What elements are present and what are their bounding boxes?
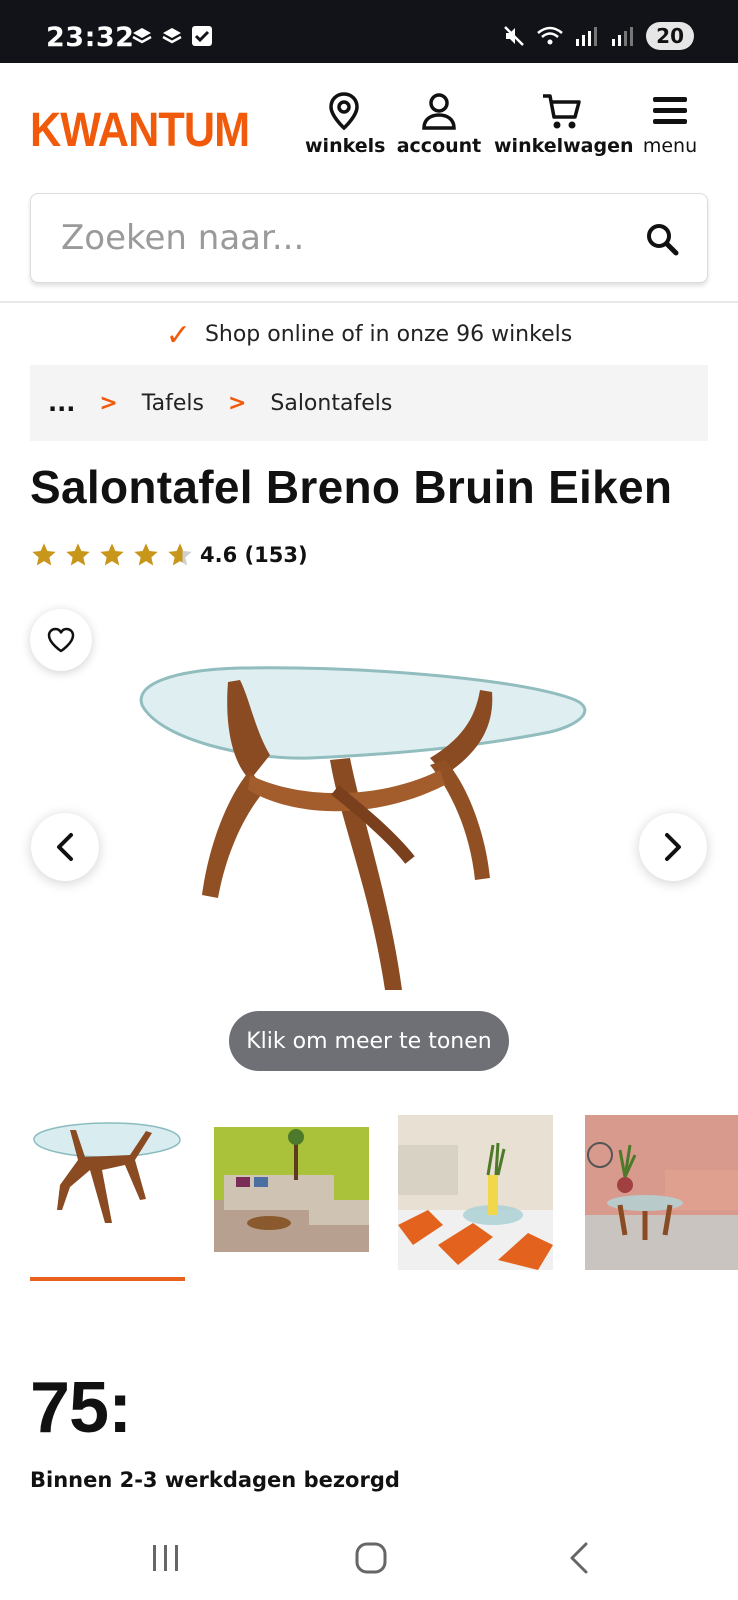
nav-cart-label: winkelwagen (494, 135, 634, 157)
star-icon (134, 543, 158, 566)
star-icon (66, 543, 90, 566)
product-rating[interactable]: 4.6 (153) (30, 541, 308, 569)
chevron-left-icon (57, 833, 73, 861)
search-input[interactable] (61, 216, 621, 260)
gallery-prev-button[interactable] (31, 813, 99, 881)
usp-text: Shop online of in onze 96 winkels (204, 322, 573, 347)
status-time: 23:32 (46, 22, 135, 53)
thumbnail-3[interactable] (398, 1115, 553, 1270)
star-icon (100, 543, 124, 566)
show-more-button[interactable]: Klik om meer te tonen (229, 1011, 509, 1071)
favorite-button[interactable] (30, 609, 92, 671)
chevron-right-icon (665, 833, 681, 861)
nav-stores[interactable]: winkels (305, 91, 386, 157)
battery-indicator: 20 (646, 22, 694, 50)
search-bar[interactable] (30, 193, 708, 283)
nav-cart[interactable]: winkelwagen (494, 91, 634, 157)
breadcrumb-item-salontafels[interactable]: Salontafels (270, 391, 392, 416)
checkmark-icon: ✓ (165, 318, 191, 353)
home-icon[interactable] (354, 1541, 388, 1575)
thumbnail-strip (30, 1115, 738, 1285)
check-square-icon (192, 26, 212, 46)
site-header: KWANTUM winkels account winkelwagen menu (0, 63, 738, 188)
search-icon[interactable] (645, 222, 679, 256)
star-icon (32, 543, 56, 566)
signal-icon (576, 27, 598, 46)
product-price: 75: (30, 1368, 132, 1448)
thumbnail-2[interactable] (214, 1115, 369, 1270)
breadcrumb-item-tafels[interactable]: Tafels (142, 391, 204, 416)
nav-menu[interactable]: menu (638, 91, 702, 157)
star-icon (168, 543, 192, 566)
back-icon[interactable] (566, 1541, 592, 1575)
breadcrumb-ellipsis[interactable]: ... (48, 389, 75, 417)
status-notification-icons (130, 24, 214, 48)
thumbnail-4[interactable] (585, 1115, 738, 1270)
chevron-right-icon: > (227, 390, 247, 416)
breadcrumb: ... > Tafels > Salontafels (30, 365, 708, 441)
recent-apps-icon[interactable] (150, 1541, 182, 1575)
notification-icon (162, 28, 182, 44)
wifi-icon (537, 26, 563, 45)
nav-account[interactable]: account (394, 91, 484, 157)
kwantum-logo[interactable]: KWANTUM (30, 103, 250, 158)
thumbnail-selected-indicator (30, 1277, 185, 1281)
system-navigation-bar (0, 1517, 738, 1600)
location-pin-icon (329, 92, 359, 131)
rating-stars (30, 541, 194, 569)
nav-stores-label: winkels (305, 135, 386, 157)
product-image[interactable] (130, 660, 610, 1020)
status-right-icons: 20 (502, 22, 694, 50)
cart-icon (542, 94, 581, 129)
user-icon (422, 93, 456, 130)
rating-text: 4.6 (153) (200, 543, 308, 567)
nav-menu-label: menu (642, 135, 698, 157)
usp-banner: ✓ Shop online of in onze 96 winkels (0, 318, 738, 353)
status-bar: 23:32 20 (0, 0, 738, 63)
nav-account-label: account (396, 135, 482, 157)
signal-icon (612, 27, 634, 46)
header-divider (0, 301, 738, 303)
product-title: Salontafel Breno Bruin Eiken (30, 461, 673, 513)
mute-icon (504, 26, 525, 46)
delivery-info: Binnen 2-3 werkdagen bezorgd (30, 1468, 400, 1492)
hamburger-menu-icon (653, 97, 687, 124)
notification-icon (132, 28, 152, 44)
gallery-next-button[interactable] (639, 813, 707, 881)
thumbnail-1[interactable] (30, 1115, 185, 1270)
heart-icon (47, 627, 75, 653)
chevron-right-icon: > (99, 390, 118, 416)
